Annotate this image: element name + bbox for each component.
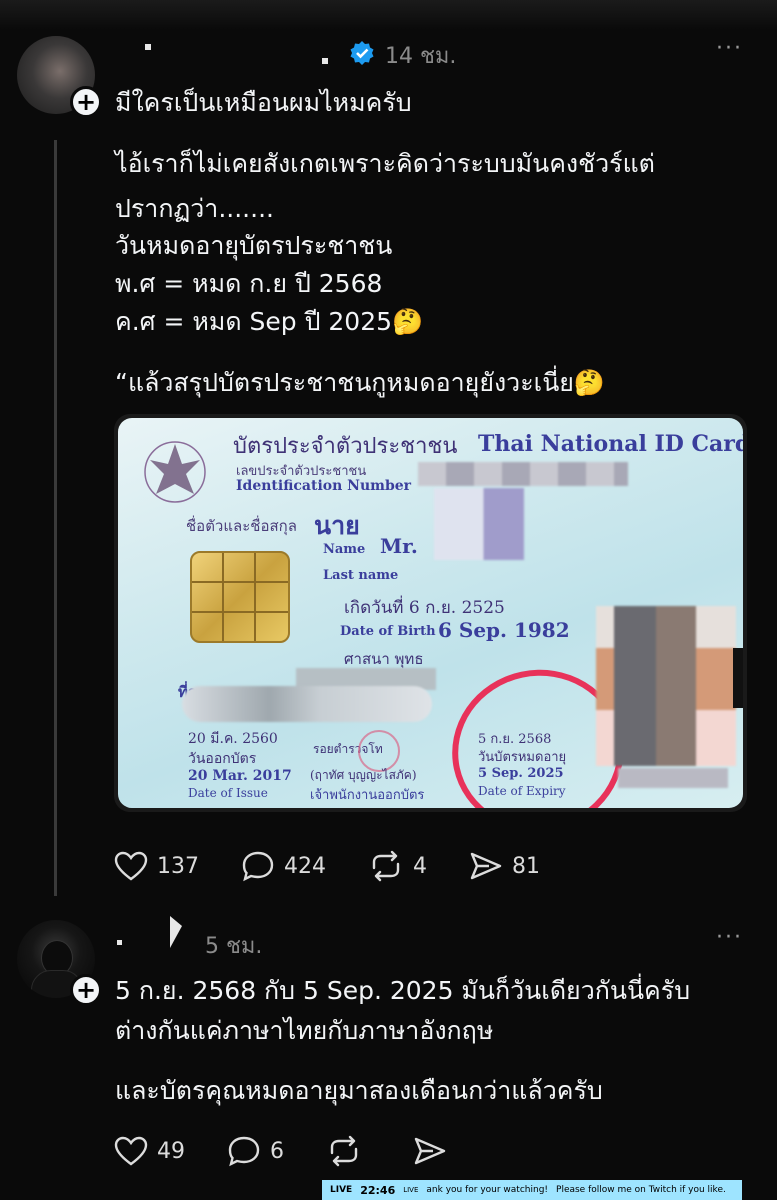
post-time: 14 ชม.	[385, 44, 457, 69]
issue-date-en-label: Date of Issue	[188, 786, 268, 800]
post-1-actions: 137 424 4 81	[114, 850, 582, 882]
more-options-icon[interactable]: ···	[716, 36, 743, 61]
address-redacted-2	[182, 686, 432, 722]
like-count: 137	[157, 853, 199, 879]
name-th-label: ชื่อตัวและชื่อสกุล	[186, 517, 297, 535]
name-redacted	[434, 488, 524, 560]
card-title-en: Thai National ID Card	[478, 431, 743, 457]
name-en-label: Name	[323, 542, 366, 557]
post-headline: มีใครเป็นเหมือนผมไหมครับ	[115, 88, 412, 117]
follow-plus-icon[interactable]: +	[70, 974, 102, 1006]
smart-chip	[190, 551, 290, 643]
name-en-prefix: Mr.	[380, 534, 418, 558]
post-body-line: และบัตรคุณหมดอายุมาสองเดือนกว่าแล้วครับ	[115, 1076, 603, 1105]
overlay-message-1: ank you for your watching!	[426, 1185, 549, 1195]
garuda-emblem-icon	[144, 441, 206, 503]
post-body-line: ไอ้เราก็ไม่เคยสังเกตเพราะคิดว่าระบบมันคง…	[115, 149, 655, 178]
username-redacted[interactable]	[145, 44, 151, 50]
repost-button[interactable]: 4	[368, 850, 427, 882]
like-button[interactable]: 137	[114, 851, 199, 881]
overlay-clock: 22:46	[360, 1183, 396, 1197]
thread-line	[54, 140, 57, 896]
heart-icon	[114, 851, 148, 881]
stream-overlay-strip: LIVE 22:46 LIVE ank you for your watchin…	[322, 1180, 742, 1200]
heart-icon	[114, 1136, 148, 1166]
username-redacted[interactable]	[117, 940, 122, 945]
like-count: 49	[157, 1138, 185, 1164]
id-card: บัตรประจำตัวประชาชน Thai National ID Car…	[118, 418, 743, 808]
send-icon	[470, 852, 502, 880]
comment-button[interactable]: 6	[227, 1135, 284, 1167]
comment-button[interactable]: 424	[241, 850, 326, 882]
comment-count: 6	[270, 1138, 284, 1164]
card-dark-edge	[733, 648, 743, 708]
post-2-actions: 49 6	[114, 1135, 498, 1167]
officer-label: เจ้าพนักงานออกบัตร	[310, 788, 425, 803]
verified-badge-icon	[350, 41, 374, 65]
id-number-label-en: Identification Number	[236, 478, 412, 494]
overlay-live-tag-2: LIVE	[403, 1186, 419, 1194]
dob-th: เกิดวันที่ 6 ก.ย. 2525	[344, 598, 505, 618]
repost-icon	[330, 1135, 358, 1167]
post-body-line: ต่างกันแค่ภาษาไทยกับภาษาอังกฤษ	[115, 1016, 494, 1045]
send-icon	[414, 1137, 446, 1165]
photo-redacted-lower	[618, 768, 728, 788]
post-body-line: ค.ศ = หมด Sep ปี 2025🤔	[115, 307, 424, 336]
post-body-line: วันหมดอายุบัตรประชาชน	[115, 231, 393, 260]
post-quote-line: “แล้วสรุปบัตรประชาชนกูหมดอายุยังวะเนี่ย🤔	[115, 368, 606, 397]
post-time: 5 ชม.	[205, 934, 263, 959]
share-count: 81	[512, 853, 540, 879]
follow-plus-icon[interactable]: +	[70, 86, 102, 118]
post-body-line: ปรากฏว่า.......	[115, 194, 274, 223]
repost-count: 4	[413, 853, 427, 879]
username-redacted[interactable]	[170, 916, 182, 948]
like-button[interactable]: 49	[114, 1136, 185, 1166]
issue-date-th-label: วันออกบัตร	[188, 751, 257, 767]
share-button[interactable]	[413, 1135, 456, 1167]
photo-redacted	[596, 606, 736, 766]
card-title-th: บัตรประจำตัวประชาชน	[233, 434, 458, 459]
comment-icon	[228, 1136, 260, 1167]
share-button[interactable]: 81	[469, 850, 540, 882]
post-body-line: พ.ศ = หมด ก.ย ปี 2568	[115, 269, 383, 298]
issue-date-th: 20 มี.ค. 2560	[188, 731, 278, 747]
id-card-image[interactable]: บัตรประจำตัวประชาชน Thai National ID Car…	[114, 414, 747, 812]
top-gradient	[0, 0, 777, 30]
repost-button[interactable]	[326, 1135, 371, 1167]
id-number-redacted	[418, 462, 628, 486]
repost-icon	[372, 850, 400, 882]
overlay-live-tag: LIVE	[330, 1185, 353, 1195]
comment-icon	[242, 851, 274, 882]
signer-name: (ฤาทัศ บุญญะไสภัค)	[310, 768, 417, 782]
last-name-label: Last name	[323, 568, 399, 583]
overlay-message-2: Please follow me on Twitch if you like.	[556, 1185, 726, 1195]
comment-count: 424	[284, 853, 326, 879]
dob-en: 6 Sep. 1982	[438, 618, 570, 642]
name-th-prefix: นาย	[314, 511, 360, 540]
issue-date-en: 20 Mar. 2017	[188, 768, 292, 784]
post-body-line: 5 ก.ย. 2568 กับ 5 Sep. 2025 มันก็วันเดีย…	[115, 976, 691, 1005]
dob-en-label: Date of Birth	[340, 624, 436, 639]
username-redacted[interactable]	[322, 58, 328, 64]
more-options-icon[interactable]: ···	[716, 925, 743, 950]
